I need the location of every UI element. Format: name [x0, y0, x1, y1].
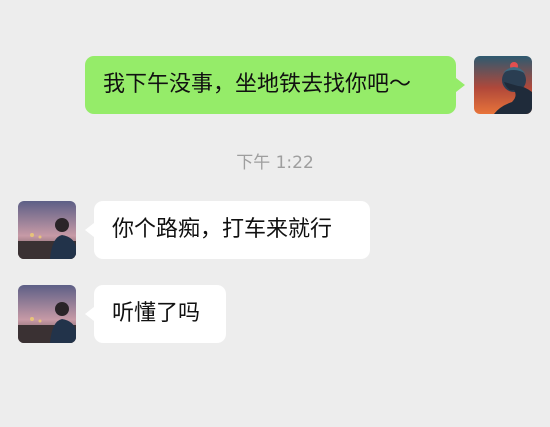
- bubble-tail: [85, 307, 94, 321]
- message-bubble-incoming[interactable]: 你个路痴，打车来就行: [94, 201, 370, 259]
- message-bubble-incoming[interactable]: 听懂了吗: [94, 285, 226, 343]
- bubble-tail: [456, 78, 465, 92]
- message-text: 我下午没事，坐地铁去找你吧～: [103, 72, 412, 97]
- self-avatar-icon[interactable]: [474, 56, 532, 114]
- contact-avatar-icon[interactable]: [18, 201, 76, 259]
- contact-avatar-icon[interactable]: [18, 285, 76, 343]
- message-text: 你个路痴，打车来就行: [112, 217, 333, 242]
- message-bubble-outgoing[interactable]: 我下午没事，坐地铁去找你吧～: [85, 56, 456, 114]
- message-text: 听懂了吗: [112, 301, 201, 326]
- chat-timestamp: 下午 1:22: [236, 153, 314, 173]
- bubble-tail: [85, 223, 94, 237]
